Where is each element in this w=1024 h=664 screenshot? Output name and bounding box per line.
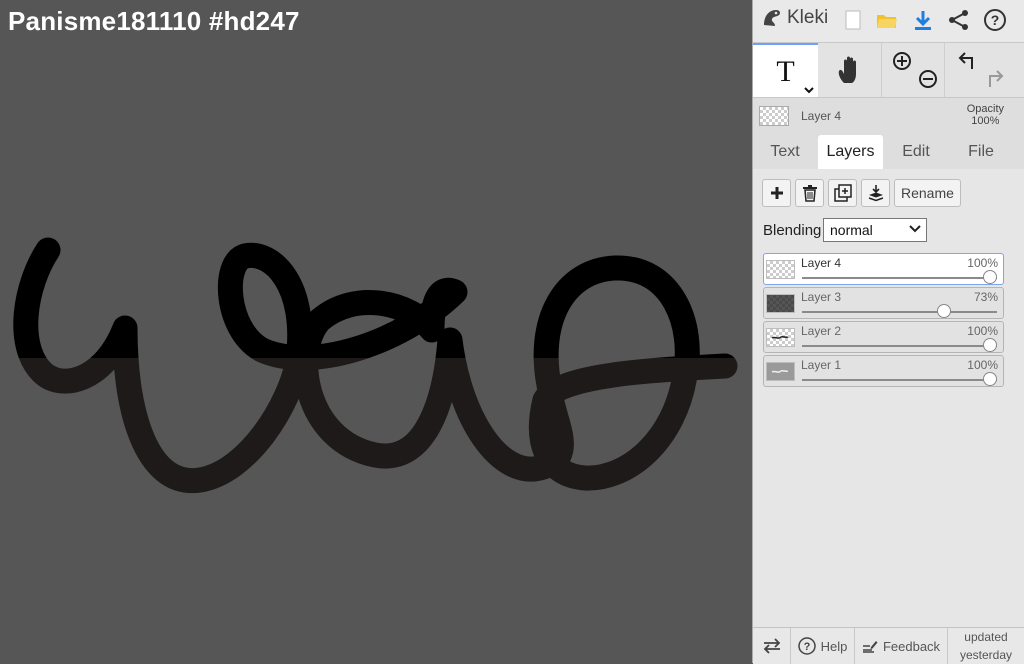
tool-row: T — [753, 43, 1024, 98]
document-title: Panisme181110 #hd247 — [8, 6, 300, 36]
layer-opacity-slider[interactable] — [802, 304, 997, 318]
layer-opacity: 100% — [967, 324, 998, 338]
layer-row-4[interactable]: Layer 4 100% — [763, 253, 1004, 285]
layer-row-1[interactable]: Layer 1 100% — [763, 355, 1004, 387]
add-layer-icon — [770, 187, 783, 199]
active-layer-info: Layer 4 Opacity 100% — [753, 98, 1024, 134]
layer-opacity-slider[interactable] — [802, 372, 997, 386]
panel-tabs: Text Layers Edit File — [753, 135, 1024, 169]
redo-icon[interactable] — [983, 69, 1005, 89]
updated-line-2: yesterday — [959, 647, 1013, 662]
top-bar: Kleki ? — [753, 0, 1024, 43]
blending-value: normal — [830, 222, 873, 238]
open-folder-icon[interactable] — [873, 6, 901, 34]
layer-name: Layer 1 — [801, 358, 842, 372]
layer-thumbnail — [766, 260, 795, 279]
layers-panel: Rename Blending normal Layer 4 100% Laye… — [753, 169, 1024, 627]
duplicate-layer-button[interactable] — [828, 179, 857, 207]
active-layer-name: Layer 4 — [801, 109, 842, 123]
zoom-in-icon[interactable] — [892, 51, 912, 71]
feedback-icon — [862, 641, 878, 653]
text-tool-button[interactable]: T — [753, 43, 818, 97]
merge-down-button[interactable] — [861, 179, 890, 207]
side-panel: Kleki ? T Layer 4 Opacity 100% Text Laye… — [752, 0, 1024, 664]
opacity-value: 100% — [971, 115, 1000, 127]
layer-thumbnail — [766, 328, 795, 347]
layer-name: Layer 2 — [801, 324, 842, 338]
delete-layer-icon — [802, 184, 817, 202]
tab-file[interactable]: File — [949, 135, 1013, 169]
layer-name: Layer 3 — [801, 290, 842, 304]
chevron-down-icon — [909, 225, 921, 233]
layer-opacity: 100% — [967, 358, 998, 372]
help-icon: ? — [797, 637, 816, 655]
tab-edit[interactable]: Edit — [884, 135, 948, 169]
layer-opacity-slider[interactable] — [802, 338, 997, 352]
layer-row-2[interactable]: Layer 2 100% — [763, 321, 1004, 353]
layer-row-3[interactable]: Layer 3 73% — [763, 287, 1004, 319]
svg-text:?: ? — [803, 641, 810, 653]
opacity-label: Opacity — [966, 103, 1004, 115]
blending-label: Blending — [763, 222, 822, 239]
share-icon[interactable] — [945, 6, 973, 34]
swap-arrows-icon — [763, 638, 780, 654]
layer-thumbnail — [766, 294, 795, 313]
tab-layers[interactable]: Layers — [818, 135, 883, 169]
brand-label: Kleki — [787, 7, 829, 28]
swap-side-button[interactable] — [753, 628, 791, 664]
drawing-canvas[interactable]: Panisme181110 #hd247 — [0, 0, 752, 663]
tab-text[interactable]: Text — [753, 135, 817, 169]
updated-line-1: updated — [964, 629, 1008, 644]
active-layer-thumbnail — [759, 106, 789, 126]
help-label: Help — [820, 638, 848, 654]
slider-knob[interactable] — [937, 304, 952, 318]
layer-opacity: 100% — [967, 256, 998, 270]
zoom-buttons — [882, 43, 945, 97]
duplicate-layer-icon — [833, 184, 852, 202]
layer-opacity: 73% — [973, 290, 998, 304]
panel-footer: ? Help Feedback updated yesterday — [753, 627, 1024, 664]
delete-layer-button[interactable] — [795, 179, 824, 207]
zoom-out-icon[interactable] — [918, 69, 938, 89]
kleki-logo[interactable]: Kleki — [761, 7, 828, 29]
slider-knob[interactable] — [983, 372, 997, 386]
blending-select[interactable]: normal — [823, 218, 927, 242]
kleki-bird-icon — [764, 10, 780, 26]
layer-thumbnail — [766, 362, 795, 381]
help-icon[interactable]: ? — [981, 6, 1009, 34]
layer-actions: Rename — [762, 179, 961, 207]
merge-down-icon — [868, 185, 883, 202]
layer-opacity-slider[interactable] — [802, 270, 997, 284]
text-tool-icon: T — [776, 55, 795, 88]
drawing-strokes — [0, 0, 752, 663]
slider-knob[interactable] — [983, 270, 997, 284]
new-image-icon[interactable] — [839, 6, 867, 34]
add-layer-button[interactable] — [762, 179, 791, 207]
feedback-label: Feedback — [882, 638, 941, 654]
layer-name: Layer 4 — [801, 256, 842, 270]
slider-knob[interactable] — [983, 338, 997, 352]
undo-icon[interactable] — [957, 51, 979, 71]
feedback-button[interactable]: Feedback — [855, 628, 948, 664]
history-buttons — [945, 43, 1024, 97]
help-button[interactable]: ? Help — [791, 628, 855, 664]
rename-layer-button[interactable]: Rename — [894, 179, 961, 207]
download-icon[interactable] — [909, 6, 937, 34]
update-status: updated yesterday — [948, 628, 1024, 664]
chevron-down-icon[interactable] — [804, 87, 814, 94]
hand-tool-button[interactable] — [819, 43, 882, 97]
hand-tool-icon — [838, 56, 856, 83]
active-layer-opacity: Opacity 100% — [967, 103, 1004, 127]
svg-text:?: ? — [991, 12, 1000, 28]
